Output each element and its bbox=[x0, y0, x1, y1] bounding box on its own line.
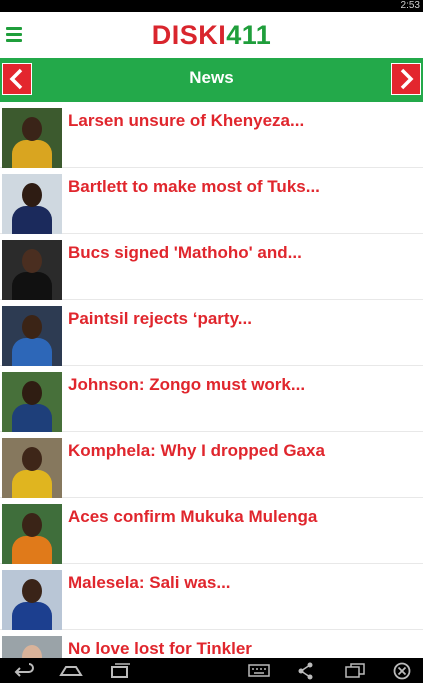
news-item[interactable]: Aces confirm Mukuka Mulenga bbox=[0, 498, 423, 564]
news-item[interactable]: Malesela: Sali was... bbox=[0, 564, 423, 630]
news-item[interactable]: No love lost for Tinkler bbox=[0, 630, 423, 658]
news-headline[interactable]: Bucs signed 'Mathoho' and... bbox=[68, 243, 419, 263]
window-icon bbox=[345, 663, 365, 678]
keyboard-button[interactable] bbox=[247, 661, 271, 681]
recents-button[interactable] bbox=[108, 661, 132, 681]
news-thumbnail bbox=[2, 174, 62, 234]
status-bar: 2:53 bbox=[0, 0, 423, 12]
share-button[interactable] bbox=[296, 661, 316, 681]
news-thumbnail bbox=[2, 504, 62, 564]
news-item[interactable]: Johnson: Zongo must work... bbox=[0, 366, 423, 432]
news-item[interactable]: Komphela: Why I dropped Gaxa bbox=[0, 432, 423, 498]
news-thumbnail bbox=[2, 636, 62, 658]
window-button[interactable] bbox=[343, 661, 367, 681]
news-thumbnail bbox=[2, 372, 62, 432]
news-headline[interactable]: Paintsil rejects ‘party... bbox=[68, 309, 419, 329]
news-thumbnail bbox=[2, 438, 62, 498]
news-item[interactable]: Bucs signed 'Mathoho' and... bbox=[0, 234, 423, 300]
logo-text-diski: DISKI bbox=[151, 20, 227, 50]
news-thumbnail bbox=[2, 306, 62, 366]
news-headline[interactable]: Larsen unsure of Khenyeza... bbox=[68, 111, 419, 131]
news-headline[interactable]: No love lost for Tinkler bbox=[68, 639, 419, 658]
news-headline[interactable]: Aces confirm Mukuka Mulenga bbox=[68, 507, 419, 527]
news-list[interactable]: Larsen unsure of Khenyeza... Bartlett to … bbox=[0, 102, 423, 658]
news-item[interactable]: Larsen unsure of Khenyeza... bbox=[0, 102, 423, 168]
news-headline[interactable]: Komphela: Why I dropped Gaxa bbox=[68, 441, 419, 461]
status-time: 2:53 bbox=[400, 0, 420, 11]
news-item[interactable]: Paintsil rejects ‘party... bbox=[0, 300, 423, 366]
news-thumbnail bbox=[2, 570, 62, 630]
back-button[interactable] bbox=[12, 661, 36, 681]
close-button[interactable] bbox=[392, 661, 412, 681]
share-icon bbox=[298, 662, 313, 680]
news-headline[interactable]: Bartlett to make most of Tuks... bbox=[68, 177, 419, 197]
back-icon bbox=[14, 663, 34, 677]
section-nav-bar: News bbox=[0, 58, 423, 102]
chevron-right-icon bbox=[400, 68, 414, 90]
section-title: News bbox=[189, 68, 234, 87]
home-icon bbox=[59, 666, 83, 676]
news-thumbnail bbox=[2, 108, 62, 168]
home-button[interactable] bbox=[58, 661, 84, 681]
news-headline[interactable]: Johnson: Zongo must work... bbox=[68, 375, 419, 395]
news-headline[interactable]: Malesela: Sali was... bbox=[68, 573, 419, 593]
news-item[interactable]: Bartlett to make most of Tuks... bbox=[0, 168, 423, 234]
next-section-button[interactable] bbox=[391, 63, 421, 95]
logo-text-411: 411 bbox=[226, 20, 272, 50]
close-icon bbox=[393, 662, 411, 680]
news-thumbnail bbox=[2, 240, 62, 300]
keyboard-icon bbox=[248, 664, 270, 677]
system-nav-bar bbox=[0, 658, 423, 683]
recents-icon bbox=[111, 663, 130, 678]
diski411-logo: DISKI411 bbox=[0, 18, 423, 52]
app-header: DISKI411 bbox=[0, 12, 423, 58]
